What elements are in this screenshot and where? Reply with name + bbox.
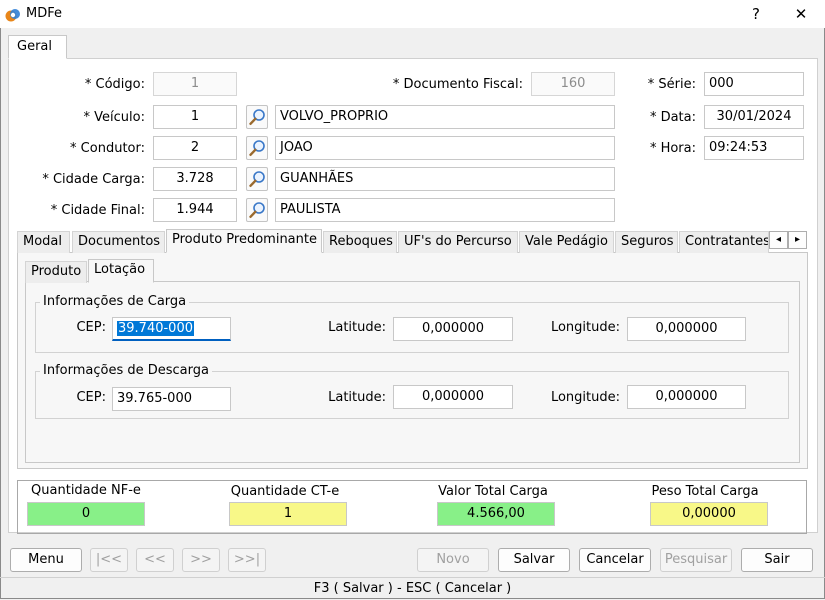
tabs-scroll-left-button[interactable]: ◂ <box>769 231 788 249</box>
data-field[interactable]: 30/01/2024 <box>704 105 804 129</box>
codigo-field[interactable]: 1 <box>153 72 237 96</box>
valor-total-carga-label: Valor Total Carga <box>438 484 548 499</box>
cidade-final-search-button[interactable] <box>246 198 268 222</box>
veiculo-search-button[interactable] <box>246 105 268 129</box>
peso-total-carga-value: 0,00000 <box>650 502 768 526</box>
cidade-final-name-field[interactable]: PAULISTA <box>275 198 615 222</box>
previous-record-button[interactable]: << <box>136 548 174 572</box>
carga-group-title: Informações de Carga <box>40 294 190 309</box>
pesquisar-button[interactable]: Pesquisar <box>660 548 732 572</box>
veiculo-name-field[interactable]: VOLVO_PROPRIO <box>275 105 615 129</box>
carga-cep-selected-text: 39.740-000 <box>117 321 194 336</box>
help-button[interactable]: ? <box>734 2 778 26</box>
cidade-carga-search-button[interactable] <box>246 167 268 191</box>
quantidade-cte-label: Quantidade CT-e <box>230 484 340 499</box>
next-record-button[interactable]: >> <box>182 548 220 572</box>
documento-fiscal-field[interactable]: 160 <box>531 72 615 96</box>
magnifier-icon <box>249 171 265 187</box>
title-bar <box>0 0 825 28</box>
window-title: MDFe <box>26 6 62 21</box>
condutor-code-field[interactable]: 2 <box>153 136 237 160</box>
carga-latitude-field[interactable]: 0,000000 <box>393 317 513 341</box>
carga-cep-field[interactable]: 39.740-000 <box>112 317 231 341</box>
descarga-cep-field[interactable]: 39.765-000 <box>112 387 231 411</box>
tab-seguros[interactable]: Seguros <box>615 231 678 253</box>
menu-button[interactable]: Menu <box>10 548 82 572</box>
quantidade-cte-value: 1 <box>229 502 347 526</box>
cidade-final-code-field[interactable]: 1.944 <box>153 198 237 222</box>
tab-produto[interactable]: Produto <box>25 261 87 283</box>
serie-label: * Série: <box>647 77 696 92</box>
cidade-carga-label: * Cidade Carga: <box>42 172 145 187</box>
condutor-name-field[interactable]: JOAO <box>275 136 615 160</box>
valor-total-carga-value: 4.566,00 <box>437 502 555 526</box>
descarga-longitude-label: Longitude: <box>550 390 620 405</box>
app-logo-icon <box>5 9 20 22</box>
sair-button[interactable]: Sair <box>741 548 813 572</box>
magnifier-icon <box>249 109 265 125</box>
descarga-longitude-field[interactable]: 0,000000 <box>627 385 746 409</box>
descarga-cep-label: CEP: <box>76 390 106 405</box>
cancelar-button[interactable]: Cancelar <box>579 548 651 572</box>
magnifier-icon <box>249 140 265 156</box>
serie-field[interactable]: 000 <box>704 72 804 96</box>
tab-documentos[interactable]: Documentos <box>72 231 165 253</box>
condutor-search-button[interactable] <box>246 136 268 160</box>
tab-ufs-percurso[interactable]: UF's do Percurso <box>398 231 518 253</box>
tab-modal[interactable]: Modal <box>17 231 70 253</box>
carga-longitude-label: Longitude: <box>550 320 620 335</box>
novo-button[interactable]: Novo <box>417 548 489 572</box>
tab-lotacao[interactable]: Lotação <box>88 259 154 283</box>
tab-geral[interactable]: Geral <box>8 35 67 59</box>
status-bar: F3 ( Salvar ) - ESC ( Cancelar ) <box>0 577 825 599</box>
carga-latitude-label: Latitude: <box>328 320 386 335</box>
magnifier-icon <box>249 202 265 218</box>
data-label: * Data: <box>649 110 696 125</box>
close-window-button[interactable]: ✕ <box>779 2 823 26</box>
salvar-button[interactable]: Salvar <box>498 548 570 572</box>
peso-total-carga-label: Peso Total Carga <box>651 484 759 499</box>
cidade-final-label: * Cidade Final: <box>50 203 145 218</box>
veiculo-code-field[interactable]: 1 <box>153 105 237 129</box>
tabs-scroll-right-button[interactable]: ▸ <box>788 231 807 249</box>
tab-contratantes[interactable]: Contratantes <box>679 231 769 253</box>
hora-field[interactable]: 09:24:53 <box>704 136 804 160</box>
hora-label: * Hora: <box>649 141 696 156</box>
cidade-carga-name-field[interactable]: GUANHÃES <box>275 167 615 191</box>
descarga-latitude-field[interactable]: 0,000000 <box>393 385 513 409</box>
quantidade-nfe-label: Quantidade NF-e <box>31 483 141 498</box>
condutor-label: * Condutor: <box>70 141 145 156</box>
tab-vale-pedagio[interactable]: Vale Pedágio <box>519 231 614 253</box>
tab-produto-predominante[interactable]: Produto Predominante <box>166 229 322 253</box>
codigo-label: * Código: <box>84 77 145 92</box>
documento-fiscal-label: * Documento Fiscal: <box>392 77 523 92</box>
quantidade-nfe-value: 0 <box>27 502 145 526</box>
cidade-carga-code-field[interactable]: 3.728 <box>153 167 237 191</box>
descarga-group-title: Informações de Descarga <box>40 363 212 378</box>
first-record-button[interactable]: |<< <box>90 548 128 572</box>
carga-longitude-field[interactable]: 0,000000 <box>627 317 746 341</box>
tab-reboques[interactable]: Reboques <box>323 231 397 253</box>
carga-cep-label: CEP: <box>76 320 106 335</box>
veiculo-label: * Veículo: <box>83 110 145 125</box>
descarga-latitude-label: Latitude: <box>328 390 386 405</box>
last-record-button[interactable]: >>| <box>228 548 266 572</box>
